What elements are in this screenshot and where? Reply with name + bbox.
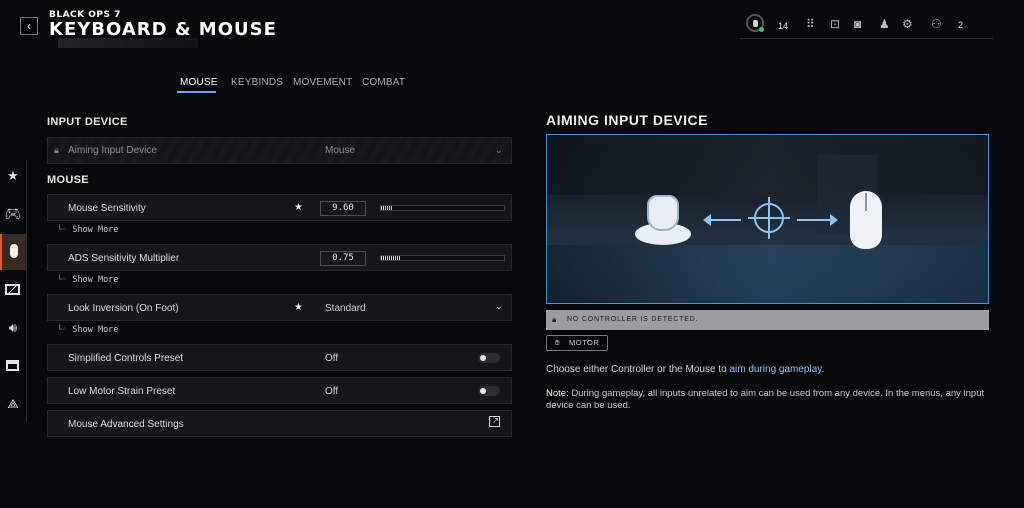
note-label: Note: [546,388,569,399]
chevron-down-icon: ⌄ [495,301,503,311]
panel-description: Choose either Controller or the Mouse to… [546,364,824,375]
favorite-star-icon[interactable]: ★ [294,202,303,213]
show-more-label: Show More [72,225,119,235]
display-icon[interactable] [0,272,26,308]
low-motor-strain-toggle[interactable] [478,386,500,396]
low-motor-strain-row[interactable]: Low Motor Strain Preset Off [47,377,512,404]
player-level: 14 [778,21,789,31]
ads-sensitivity-row[interactable]: ADS Sensitivity Multiplier 0.75 [47,244,512,271]
input-device-section-title: INPUT DEVICE [47,116,128,128]
external-link-icon: ↗ [489,416,500,427]
interface-icon[interactable] [0,348,26,384]
motor-hand-icon: ✋︎ [555,338,561,347]
chevron-down-icon: ⌄ [495,145,503,155]
tab-movement[interactable]: MOVEMENT [293,77,352,88]
mouse-section-title: MOUSE [47,174,89,186]
description-text: Choose either Controller or the Mouse to [546,364,730,375]
aiming-input-device-value: Mouse [325,145,356,156]
aiming-device-preview [546,134,989,304]
low-motor-strain-label: Low Motor Strain Preset [68,386,176,397]
ads-sensitivity-value[interactable]: 0.75 [320,251,366,266]
lock-icon: 🔒︎ [552,315,558,324]
audio-icon[interactable]: 🔊︎ [0,310,26,346]
mouse-sensitivity-slider[interactable] [380,205,505,211]
aiming-input-device-row: 🔒︎ Aiming Input Device Mouse ⌄ [47,137,512,164]
look-inversion-row[interactable]: Look Inversion (On Foot) ★ Standard ⌄ [47,294,512,321]
title-shadow-decoration [58,38,198,48]
simplified-controls-label: Simplified Controls Preset [68,353,184,364]
grid-icon[interactable]: ⠿ [806,17,815,31]
tab-mouse[interactable]: MOUSE [180,77,218,88]
aim-during-gameplay-link[interactable]: aim during gameplay [729,364,821,375]
show-more-label: Show More [72,325,119,335]
mouse-device-icon [850,191,882,249]
favorites-star-icon[interactable]: ★ [0,158,26,194]
note-text: During gameplay, all inputs unrelated to… [546,388,985,411]
page-title: KEYBOARD & MOUSE [49,19,277,40]
network-icon[interactable]: ⟁ [0,386,26,422]
gamepad-icon[interactable]: 🎮︎ [0,196,26,232]
joystick-icon [647,195,679,231]
gear-icon[interactable]: ⚙ [902,17,913,31]
mouse-sensitivity-value[interactable]: 9.60 [320,201,366,216]
panel-title: AIMING INPUT DEVICE [546,112,708,128]
show-more-link[interactable]: └◦ Show More [57,225,118,235]
notification-bell-icon[interactable]: ♟ [879,17,890,31]
simplified-controls-toggle[interactable] [478,353,500,363]
party-count: 2 [958,20,964,30]
favorite-star-icon[interactable]: ★ [294,302,303,313]
left-arrow-icon [707,219,741,221]
controller-status-bar: 🔒︎ NO CONTROLLER IS DETECTED. [546,310,989,330]
motor-filter-chip[interactable]: ✋︎ MOTOR [546,335,608,351]
show-more-link[interactable]: └◦ Show More [57,275,118,285]
ads-sensitivity-label: ADS Sensitivity Multiplier [68,253,180,264]
right-arrow-icon [797,219,831,221]
show-more-link[interactable]: └◦ Show More [57,325,118,335]
tab-combat[interactable]: COMBAT [362,77,405,88]
panel-note: Note: During gameplay, all inputs unrela… [546,388,986,412]
controller-status-text: NO CONTROLLER IS DETECTED. [567,316,699,323]
lock-icon: 🔒︎ [54,145,59,155]
motor-chip-label: MOTOR [569,338,600,347]
mouse-advanced-settings-label: Mouse Advanced Settings [68,419,184,430]
camera-icon[interactable]: ◙ [854,17,861,31]
rank-icon[interactable] [746,14,764,32]
show-more-label: Show More [72,275,119,285]
look-inversion-label: Look Inversion (On Foot) [68,303,179,314]
mouse-sensitivity-row[interactable]: Mouse Sensitivity ★ 9.60 [47,194,512,221]
low-motor-strain-value: Off [325,386,339,397]
description-suffix: . [821,364,825,375]
party-icon[interactable]: ⚇ [931,17,942,31]
mouse-advanced-settings-row[interactable]: Mouse Advanced Settings ↗ [47,410,512,437]
simplified-controls-value: Off [325,353,339,364]
store-icon[interactable]: ⊡ [830,17,840,31]
mouse-icon[interactable] [0,234,26,270]
mouse-sensitivity-label: Mouse Sensitivity [68,203,146,214]
back-button[interactable]: ‹ [20,17,38,35]
aiming-input-device-label: Aiming Input Device [68,145,157,156]
active-tab-indicator [177,91,216,93]
chevron-left-icon: ‹ [27,19,31,33]
look-inversion-value: Standard [325,303,366,314]
simplified-controls-row[interactable]: Simplified Controls Preset Off [47,344,512,371]
ads-sensitivity-slider[interactable] [380,255,505,261]
tab-keybinds[interactable]: KEYBINDS [231,77,283,88]
